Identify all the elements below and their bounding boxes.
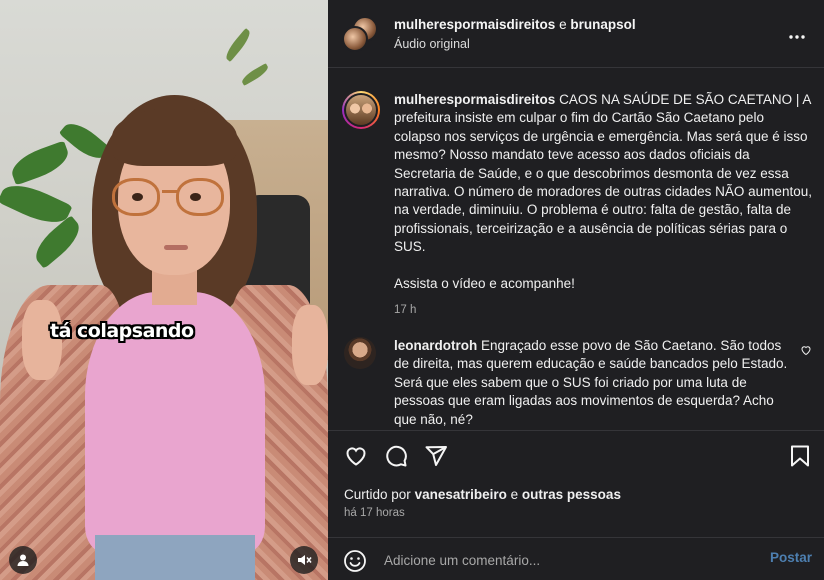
- comment-text: leonardotroh Engraçado esse povo de São …: [394, 337, 789, 429]
- author-avatar[interactable]: [342, 91, 380, 129]
- emoji-icon: [344, 550, 366, 572]
- jeans: [95, 535, 255, 580]
- plant-leaf: [239, 63, 271, 86]
- collab-avatars[interactable]: [342, 16, 378, 52]
- liked-by-line: Curtido por vanesatribeiro e outras pess…: [344, 487, 621, 502]
- header-username-1[interactable]: mulherespormaisdireitos: [394, 17, 555, 32]
- liked-username[interactable]: vanesatribeiro: [415, 487, 507, 502]
- glasses-bridge: [162, 190, 178, 193]
- post-time-ago[interactable]: há 17 horas: [344, 507, 405, 519]
- glasses-lens: [176, 178, 224, 216]
- more-options-button[interactable]: [788, 24, 806, 45]
- heart-icon: [346, 447, 366, 466]
- post-side-panel: mulherespormaisdireitos e brunapsol Áudi…: [328, 0, 824, 580]
- commenter-username[interactable]: leonardotroh: [394, 338, 477, 353]
- person-mouth: [164, 245, 188, 250]
- person-icon: [17, 554, 29, 566]
- liked-and: e: [510, 487, 519, 502]
- share-icon: [425, 446, 447, 466]
- share-button[interactable]: [423, 443, 449, 469]
- profile-tag-button[interactable]: [9, 546, 37, 574]
- comment-icon: [386, 445, 407, 467]
- person-bangs: [112, 108, 237, 166]
- comment-button[interactable]: [383, 443, 409, 469]
- like-button[interactable]: [343, 443, 369, 469]
- comment-composer: Postar: [328, 537, 824, 580]
- heart-icon: [801, 346, 811, 356]
- post-actions: Curtido por vanesatribeiro e outras pess…: [328, 430, 824, 580]
- liked-prefix: Curtido por: [344, 487, 411, 502]
- header-connector: e: [559, 17, 567, 32]
- mute-toggle-button[interactable]: [290, 546, 318, 574]
- comments-scroll-area[interactable]: mulherespormaisdireitos CAOS NA SAÚDE DE…: [328, 69, 824, 430]
- plant-leaf: [7, 140, 73, 186]
- avatar: [342, 26, 368, 52]
- caption-timestamp[interactable]: 17 h: [394, 301, 814, 319]
- post-comment-button[interactable]: Postar: [770, 550, 812, 565]
- commenter-avatar[interactable]: [344, 337, 376, 369]
- caption-cta: Assista o vídeo e acompanhe!: [394, 275, 575, 291]
- comment-like-button[interactable]: [800, 343, 812, 356]
- caption-body: CAOS NA SAÚDE DE SÃO CAETANO | A prefeit…: [394, 92, 812, 255]
- header-usernames: mulherespormaisdireitos e brunapsol: [394, 17, 636, 32]
- save-button[interactable]: [787, 443, 813, 469]
- caption-text: mulherespormaisdireitos CAOS NA SAÚDE DE…: [394, 91, 814, 319]
- emoji-button[interactable]: [342, 548, 368, 574]
- glasses-lens: [112, 178, 160, 216]
- plant-leaf: [28, 215, 87, 269]
- liked-others-link[interactable]: outras pessoas: [522, 487, 621, 502]
- audio-label[interactable]: Áudio original: [394, 37, 470, 51]
- ellipsis-icon: [789, 35, 805, 39]
- caption-username[interactable]: mulherespormaisdireitos: [394, 92, 555, 107]
- hand: [292, 305, 328, 385]
- muted-speaker-icon: [298, 555, 312, 565]
- video-player[interactable]: tá colapsando: [0, 0, 328, 580]
- header-username-2[interactable]: brunapsol: [570, 17, 635, 32]
- video-caption-sticker: tá colapsando: [50, 320, 194, 342]
- post-header: mulherespormaisdireitos e brunapsol Áudi…: [328, 0, 824, 68]
- comment-input[interactable]: [384, 550, 744, 570]
- bookmark-icon: [791, 445, 809, 467]
- plant-leaf: [222, 27, 254, 63]
